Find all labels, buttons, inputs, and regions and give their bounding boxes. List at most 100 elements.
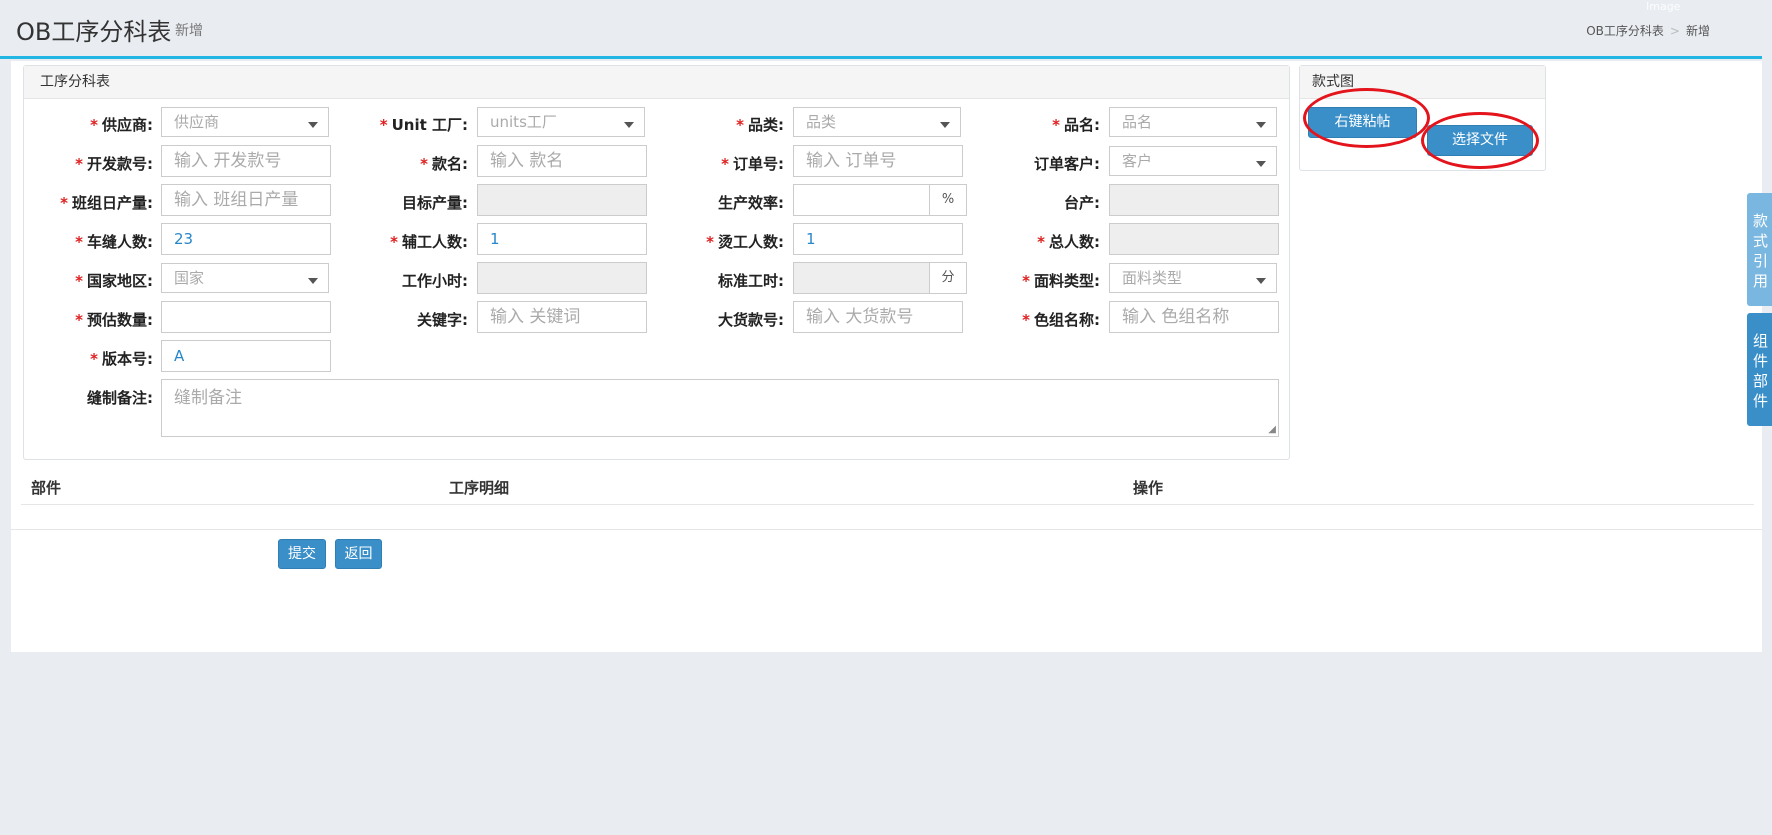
supplier-select[interactable]: 供应商 bbox=[161, 107, 329, 137]
efficiency-input[interactable] bbox=[793, 184, 930, 216]
page-subtitle: 新增 bbox=[175, 23, 203, 39]
required-star: * bbox=[379, 116, 388, 134]
submit-button[interactable]: 提交 bbox=[278, 539, 326, 569]
column-header-actions: 操作 bbox=[1133, 479, 1164, 497]
sewing-notes-textarea[interactable]: 缝制备注 ◢ bbox=[161, 379, 1279, 437]
side-tab-char: 款 bbox=[1752, 212, 1768, 230]
total-people-field bbox=[1109, 223, 1279, 255]
side-tab-char: 式 bbox=[1752, 232, 1768, 250]
version-input[interactable]: A bbox=[161, 340, 331, 372]
standard-time-label: 标准工时: bbox=[718, 272, 784, 290]
team-daily-output-label: * 班组日产量: bbox=[60, 194, 153, 212]
required-star: * bbox=[721, 155, 729, 173]
column-header-part: 部件 bbox=[31, 479, 62, 497]
page-header: OB工序分科表 新增 Image OB工序分科表 > 新增 bbox=[0, 0, 1762, 59]
column-header-process-detail: 工序明细 bbox=[449, 479, 510, 497]
unit-factory-label: * Unit 工厂: bbox=[379, 116, 468, 134]
required-star: * bbox=[75, 272, 83, 290]
work-hours-field bbox=[477, 262, 647, 294]
keyword-input[interactable]: 输入 关键词 bbox=[477, 301, 647, 333]
style-name-input[interactable]: 输入 款名 bbox=[477, 145, 647, 177]
process-table-header: 部件 工序明细 操作 bbox=[21, 468, 1754, 505]
total-people-label: * 总人数: bbox=[1037, 233, 1100, 251]
per-machine-output-label: 台产: bbox=[1064, 194, 1100, 212]
required-star: * bbox=[75, 311, 83, 329]
helpers-input[interactable]: 1 bbox=[477, 223, 647, 255]
style-reference-tab[interactable]: 款 式 引 用 bbox=[1747, 193, 1772, 306]
required-star: * bbox=[60, 194, 68, 212]
color-group-input[interactable]: 输入 色组名称 bbox=[1109, 301, 1279, 333]
required-star: * bbox=[706, 233, 714, 251]
order-customer-select[interactable]: 客户 bbox=[1109, 146, 1277, 176]
target-output-field bbox=[477, 184, 647, 216]
required-star: * bbox=[390, 233, 398, 251]
required-star: * bbox=[1022, 311, 1030, 329]
form-panel-title: 工序分科表 bbox=[24, 66, 1289, 99]
sewers-input[interactable]: 23 bbox=[161, 223, 331, 255]
helpers-label: * 辅工人数: bbox=[390, 233, 468, 251]
side-tab-char: 件 bbox=[1752, 352, 1768, 370]
category-select[interactable]: 品类 bbox=[793, 107, 961, 137]
dev-style-no-input[interactable]: 输入 开发款号 bbox=[161, 145, 331, 177]
percent-addon: % bbox=[929, 184, 967, 216]
side-tab-char: 部 bbox=[1752, 372, 1768, 390]
side-tab-char: 组 bbox=[1752, 332, 1768, 350]
per-machine-output-field bbox=[1109, 184, 1279, 216]
supplier-label: * 供应商: bbox=[90, 116, 153, 134]
order-no-input[interactable]: 输入 订单号 bbox=[793, 145, 963, 177]
breadcrumb-separator: > bbox=[1669, 24, 1680, 38]
team-daily-output-input[interactable]: 输入 班组日产量 bbox=[161, 184, 331, 216]
sewers-label: * 车缝人数: bbox=[75, 233, 153, 251]
sewing-notes-label: 缝制备注: bbox=[87, 389, 153, 407]
required-star: * bbox=[1052, 116, 1060, 134]
target-output-label: 目标产量: bbox=[402, 194, 468, 212]
required-star: * bbox=[90, 116, 98, 134]
minutes-addon: 分 bbox=[929, 262, 967, 294]
ironers-label: * 烫工人数: bbox=[706, 233, 784, 251]
style-name-label: * 款名: bbox=[420, 155, 468, 173]
unit-factory-select[interactable]: units工厂 bbox=[477, 107, 645, 137]
required-star: * bbox=[75, 233, 83, 251]
side-tab-char: 用 bbox=[1752, 272, 1768, 290]
breadcrumb-item-new: 新增 bbox=[1685, 24, 1710, 38]
bulk-style-no-label: 大货款号: bbox=[718, 311, 784, 329]
product-name-label: * 品名: bbox=[1052, 116, 1100, 134]
chevron-down-icon bbox=[1256, 278, 1266, 284]
estimated-qty-input[interactable] bbox=[161, 301, 331, 333]
annotation-circle bbox=[1421, 112, 1539, 169]
efficiency-label: 生产效率: bbox=[718, 194, 784, 212]
annotation-circle bbox=[1303, 88, 1430, 148]
back-button[interactable]: 返回 bbox=[335, 539, 382, 569]
work-hours-label: 工作小时: bbox=[402, 272, 468, 290]
standard-time-field bbox=[793, 262, 930, 294]
breadcrumb-item-ob[interactable]: OB工序分科表 bbox=[1586, 24, 1664, 38]
country-select[interactable]: 国家 bbox=[161, 263, 329, 293]
chevron-down-icon bbox=[624, 122, 634, 128]
bulk-style-no-input[interactable]: 输入 大货款号 bbox=[793, 301, 963, 333]
fabric-type-label: * 面料类型: bbox=[1022, 272, 1100, 290]
side-tab-char: 件 bbox=[1752, 392, 1768, 410]
order-customer-label: 订单客户: bbox=[1034, 155, 1100, 173]
divider bbox=[11, 529, 1762, 530]
keyword-label: 关键字: bbox=[417, 311, 468, 329]
ironers-input[interactable]: 1 bbox=[793, 223, 963, 255]
country-label: * 国家地区: bbox=[75, 272, 153, 290]
fabric-type-select[interactable]: 面料类型 bbox=[1109, 263, 1277, 293]
resize-handle-icon[interactable]: ◢ bbox=[1268, 425, 1276, 435]
estimated-qty-label: * 预估数量: bbox=[75, 311, 153, 329]
chevron-down-icon bbox=[1256, 161, 1266, 167]
chevron-down-icon bbox=[308, 122, 318, 128]
category-label: * 品类: bbox=[736, 116, 784, 134]
components-tab[interactable]: 组 件 部 件 bbox=[1747, 313, 1772, 426]
color-group-label: * 色组名称: bbox=[1022, 311, 1100, 329]
required-star: * bbox=[75, 155, 83, 173]
side-tab-char: 引 bbox=[1752, 252, 1768, 270]
required-star: * bbox=[1022, 272, 1030, 290]
required-star: * bbox=[1037, 233, 1045, 251]
version-label: * 版本号: bbox=[90, 350, 153, 368]
product-name-select[interactable]: 品名 bbox=[1109, 107, 1277, 137]
page-title: OB工序分科表 bbox=[16, 18, 172, 46]
dev-style-no-label: * 开发款号: bbox=[75, 155, 153, 173]
chevron-down-icon bbox=[1256, 122, 1266, 128]
breadcrumb: OB工序分科表 > 新增 bbox=[1586, 22, 1710, 39]
